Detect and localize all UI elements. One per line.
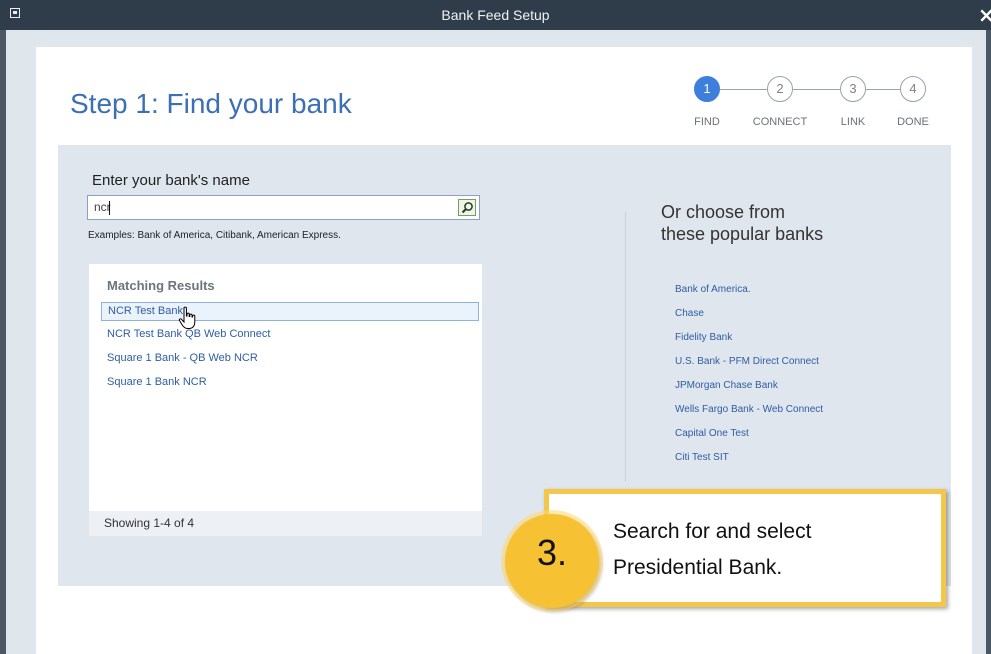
search-examples: Examples: Bank of America, Citibank, Ame… [88,230,341,241]
callout-text: Search for and select Presidential Bank. [613,514,811,586]
badge-number: 3. [536,532,568,573]
popular-bank-link[interactable]: Bank of America. [675,284,751,295]
page-title: Step 1: Find your bank [70,88,352,119]
results-count: Showing 1-4 of 4 [89,511,482,536]
step-2-label: CONNECT [752,116,808,128]
popular-bank-link[interactable]: Chase [675,308,704,319]
step-2-circle: 2 [767,76,793,102]
bank-search-input[interactable]: ncr [87,195,480,220]
result-item-square-1-bank-ncr[interactable]: Square 1 Bank NCR [101,374,479,393]
popular-banks-title: Or choose from these popular banks [661,201,823,245]
step-4-circle: 4 [900,76,926,102]
results-header: Matching Results [107,278,215,293]
step-1-label: FIND [694,116,720,128]
stepper-connector [720,89,767,90]
result-item-square-1-qb-web-ncr[interactable]: Square 1 Bank - QB Web NCR [101,350,479,369]
callout-line-2: Presidential Bank. [613,556,783,579]
bank-name-label: Enter your bank's name [92,172,250,189]
result-item-ncr-test-bank[interactable]: NCR Test Bank [101,302,479,321]
hand-pointer-icon [178,306,196,329]
column-divider [625,212,626,482]
instruction-callout: Search for and select Presidential Bank. [544,489,946,607]
window-title: Bank Feed Setup [441,7,550,23]
popular-bank-link[interactable]: U.S. Bank - PFM Direct Connect [675,356,819,367]
popular-bank-link[interactable]: Wells Fargo Bank - Web Connect [675,404,823,415]
step-3-circle: 3 [840,76,866,102]
step-4-label: DONE [897,116,929,128]
text-caret [109,201,110,215]
popular-title-line-2: these popular banks [661,224,824,244]
matching-results-list: Matching Results NCR Test Bank NCR Test … [89,264,482,536]
title-bar: Bank Feed Setup × [0,0,991,30]
popular-bank-link[interactable]: Citi Test SIT [675,452,729,463]
magnifier-icon [461,202,473,214]
progress-stepper: 1 2 3 4 FIND CONNECT LINK DONE [680,76,950,136]
search-button[interactable] [458,199,476,216]
popular-title-line-1: Or choose from [661,202,786,222]
stepper-connector [793,89,840,90]
popular-bank-link[interactable]: Capital One Test [675,428,749,439]
close-icon[interactable]: × [978,3,991,27]
result-item-ncr-test-bank-web-connect[interactable]: NCR Test Bank QB Web Connect [101,326,479,345]
stepper-connector [866,89,900,90]
callout-line-1: Search for and select [613,520,812,543]
popular-bank-link[interactable]: Fidelity Bank [675,332,732,343]
popular-bank-link[interactable]: JPMorgan Chase Bank [675,380,778,391]
step-1-circle: 1 [694,76,720,102]
step-number-badge: 3. [505,514,599,608]
